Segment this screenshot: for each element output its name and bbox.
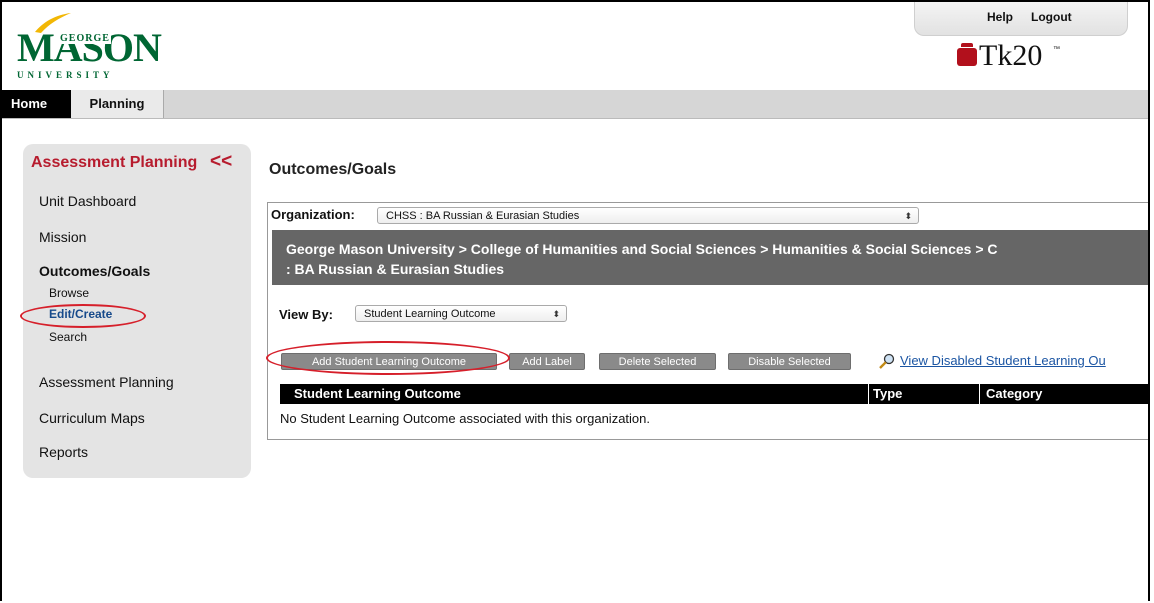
add-label-button[interactable]: Add Label — [509, 353, 585, 370]
sidebar-subitem-search[interactable]: Search — [49, 330, 87, 344]
view-disabled-outcomes-link[interactable]: View Disabled Student Learning Ou — [900, 353, 1106, 368]
outcomes-panel: Organization: CHSS : BA Russian & Eurasi… — [267, 202, 1148, 440]
help-link[interactable]: Help — [987, 10, 1013, 24]
delete-selected-button[interactable]: Delete Selected — [599, 353, 716, 370]
tk20-box-icon — [957, 43, 977, 66]
table-header: Student Learning Outcome Type Category — [280, 384, 1148, 404]
organization-select-value: CHSS : BA Russian & Eurasian Studies — [386, 210, 580, 222]
disable-selected-button[interactable]: Disable Selected — [728, 353, 851, 370]
column-header-category[interactable]: Category — [979, 384, 1042, 404]
main-nav: Home Planning — [2, 90, 1148, 119]
column-header-type[interactable]: Type — [868, 384, 902, 404]
page-title: Outcomes/Goals — [269, 161, 397, 178]
organization-select[interactable]: CHSS : BA Russian & Eurasian Studies ⬍ — [377, 207, 919, 224]
sidebar-item-mission[interactable]: Mission — [39, 229, 86, 245]
logo-george-text: GEORGE — [59, 33, 111, 44]
tab-home[interactable]: Home — [2, 90, 71, 118]
breadcrumb-line-1: George Mason University > College of Hum… — [286, 241, 998, 257]
george-mason-logo[interactable]: MASON GEORGE UNIVERSITY — [15, 12, 162, 82]
view-by-label: View By: — [279, 307, 333, 322]
view-by-select[interactable]: Student Learning Outcome ⬍ — [355, 305, 567, 322]
highlight-ellipse-edit-create — [20, 304, 146, 328]
sidebar-title: Assessment Planning — [31, 154, 198, 171]
breadcrumb-line-2: : BA Russian & Eurasian Studies — [286, 261, 505, 277]
logo-university-text: UNIVERSITY — [17, 70, 114, 80]
sidebar-item-outcomes-goals[interactable]: Outcomes/Goals — [39, 263, 150, 279]
sidebar-item-curriculum-maps[interactable]: Curriculum Maps — [39, 410, 145, 426]
view-by-select-value: Student Learning Outcome — [364, 308, 496, 320]
sidebar-item-reports[interactable]: Reports — [39, 444, 88, 460]
select-arrows-icon: ⬍ — [904, 211, 912, 221]
app-window: MASON GEORGE UNIVERSITY Help Logout Tk20… — [0, 0, 1150, 601]
magnifier-icon[interactable] — [878, 353, 896, 369]
organization-label: Organization: — [271, 207, 355, 222]
organization-breadcrumb: George Mason University > College of Hum… — [272, 230, 1148, 285]
collapse-sidebar-icon[interactable]: << — [210, 151, 232, 173]
sidebar-item-assessment-planning[interactable]: Assessment Planning — [39, 374, 174, 390]
tab-planning[interactable]: Planning — [71, 90, 164, 118]
sidebar-subitem-browse[interactable]: Browse — [49, 286, 89, 300]
highlight-ellipse-add-outcome — [266, 341, 510, 375]
column-header-outcome[interactable]: Student Learning Outcome — [294, 384, 461, 404]
select-arrows-icon: ⬍ — [552, 309, 560, 319]
empty-table-message: No Student Learning Outcome associated w… — [280, 411, 650, 426]
top-links-bar: Help Logout — [914, 2, 1128, 36]
header: MASON GEORGE UNIVERSITY Help Logout Tk20… — [2, 2, 1148, 90]
sidebar-item-unit-dashboard[interactable]: Unit Dashboard — [39, 193, 136, 209]
trademark-mark: ™ — [1053, 46, 1060, 53]
logout-link[interactable]: Logout — [1031, 10, 1072, 24]
tk20-logo-text: Tk20 — [979, 39, 1043, 72]
